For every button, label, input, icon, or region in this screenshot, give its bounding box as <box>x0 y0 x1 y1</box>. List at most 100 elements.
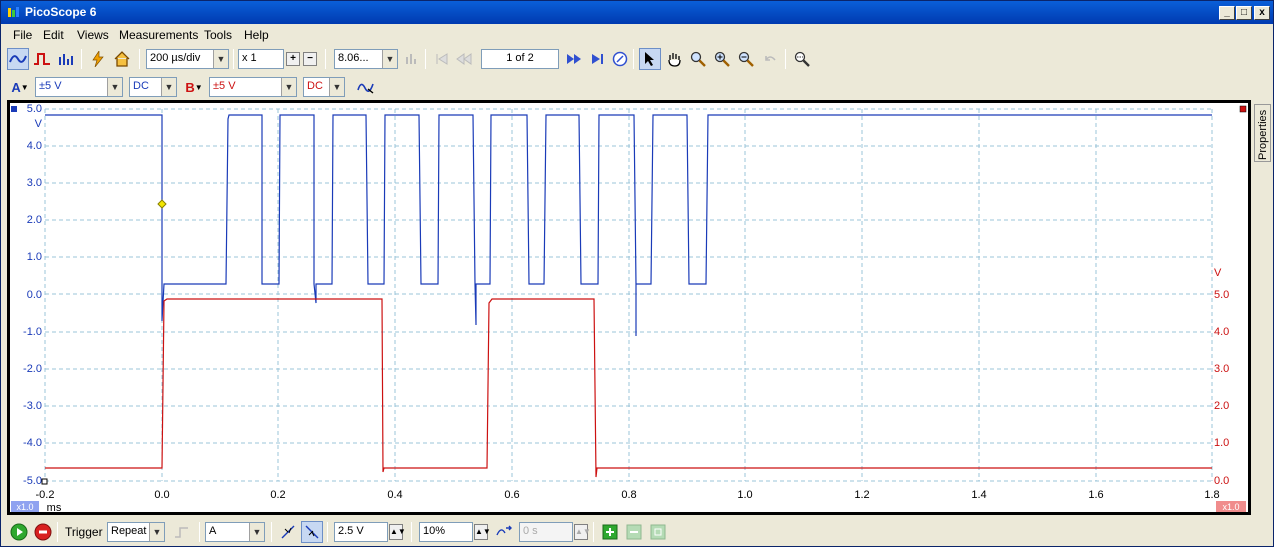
trigger-delay: 0 s <box>523 525 538 537</box>
trigger-label: Trigger <box>65 525 103 539</box>
menu-file[interactable]: File <box>13 28 32 42</box>
next-buffer-icon[interactable] <box>563 48 585 70</box>
close-button[interactable]: x <box>1254 6 1270 20</box>
spectrum-mode-icon[interactable] <box>55 48 77 70</box>
chevron-down-icon: ▼ <box>329 78 344 96</box>
zoom-factor-field[interactable]: x 1 <box>238 49 284 69</box>
last-buffer-icon[interactable] <box>586 48 608 70</box>
zoom-out-icon[interactable] <box>735 48 757 70</box>
falling-edge-icon[interactable] <box>301 521 323 543</box>
buffer-navigator[interactable]: 1 of 2 <box>481 49 559 69</box>
advanced-trigger-icon[interactable] <box>171 521 193 543</box>
menu-edit[interactable]: Edit <box>43 28 64 42</box>
buffer-overview-icon[interactable] <box>609 48 631 70</box>
zoom-factor-value: x 1 <box>242 52 257 64</box>
pretrigger-field[interactable]: 10% <box>419 522 473 542</box>
delay-spinner[interactable]: ▲▼ <box>574 524 591 540</box>
channel-b-coupling-select[interactable]: DC ▼ <box>303 77 345 97</box>
channel-a-coupling: DC <box>133 80 149 92</box>
left-tick-label: 4.0 <box>27 140 42 152</box>
pretrigger-value: 10% <box>423 525 446 537</box>
rising-edge-icon[interactable] <box>277 521 299 543</box>
previous-buffer-icon[interactable] <box>453 48 475 70</box>
start-capture-button[interactable] <box>8 521 30 543</box>
trigger-source-select[interactable]: A ▼ <box>205 522 265 542</box>
home-icon[interactable] <box>111 48 133 70</box>
trigger-threshold-field[interactable]: 2.5 V <box>334 522 388 542</box>
left-tick-label: 5.0 <box>27 103 42 115</box>
left-tick-label: -3.0 <box>23 400 42 412</box>
pretrigger-spinner[interactable]: ▲▼ <box>474 524 491 540</box>
zoom-overview-icon[interactable] <box>791 48 813 70</box>
title-bar: PicoScope 6 _ □ x <box>1 1 1273 24</box>
zoom-decrease-button[interactable]: − <box>303 52 317 66</box>
x-axis-unit: ms <box>47 502 62 512</box>
menu-bar: File Edit Views Measurements Tools Help <box>1 25 1273 45</box>
undo-zoom-icon[interactable] <box>759 48 781 70</box>
channel-b-options-button[interactable]: B ▼ <box>183 76 205 98</box>
stop-capture-button[interactable] <box>32 521 54 543</box>
trigger-marker-icon[interactable] <box>157 199 167 209</box>
math-channel-icon[interactable] <box>355 76 377 98</box>
edit-measurement-icon[interactable] <box>647 521 669 543</box>
trigger-mode-select[interactable]: Repeat ▼ <box>107 522 165 542</box>
left-tick-label: 3.0 <box>27 177 42 189</box>
maximize-button[interactable]: □ <box>1236 6 1252 20</box>
channel-a-range-select[interactable]: ±5 V ▼ <box>35 77 123 97</box>
menu-views[interactable]: Views <box>77 28 109 42</box>
samples-field[interactable]: 8.06... ▼ <box>334 49 398 69</box>
trigger-delay-field[interactable]: 0 s <box>519 522 573 542</box>
lightning-icon[interactable] <box>87 48 109 70</box>
timebase-select[interactable]: 200 µs/div ▼ <box>146 49 229 69</box>
x-tick-label: 0.8 <box>621 489 636 501</box>
scope-mode-icon[interactable] <box>7 48 29 70</box>
left-tick-label: 1.0 <box>27 251 42 263</box>
chevron-down-icon: ▼ <box>161 78 176 96</box>
channel-a-options-button[interactable]: A ▼ <box>9 76 31 98</box>
left-tick-label: -4.0 <box>23 437 42 449</box>
channel-b-scale: x1.0 <box>1222 502 1239 512</box>
channel-a-coupling-select[interactable]: DC ▼ <box>129 77 177 97</box>
zoom-tool-icon[interactable] <box>687 48 709 70</box>
x-tick-label: 1.8 <box>1204 489 1219 501</box>
channel-b-range-select[interactable]: ±5 V ▼ <box>209 77 297 97</box>
right-tick-label: 1.0 <box>1214 437 1229 449</box>
add-measurement-icon[interactable] <box>599 521 621 543</box>
first-buffer-icon[interactable] <box>431 48 453 70</box>
post-trigger-delay-icon[interactable] <box>493 521 515 543</box>
chevron-down-icon: ▼ <box>249 523 264 541</box>
threshold-spinner[interactable]: ▲▼ <box>389 524 406 540</box>
right-tick-label: 5.0 <box>1214 289 1229 301</box>
trigger-mode: Repeat <box>111 525 147 537</box>
plot-area[interactable]: 5.0 4.0 3.0 2.0 1.0 0.0 -1.0 -2.0 -3.0 -… <box>10 103 1248 514</box>
resolution-icon[interactable] <box>401 48 423 70</box>
menu-tools[interactable]: Tools <box>204 28 232 42</box>
right-tick-label: 2.0 <box>1214 400 1229 412</box>
zoom-increase-button[interactable]: + <box>286 52 300 66</box>
ruler-handle[interactable] <box>41 478 48 485</box>
channel-b-coupling: DC <box>307 80 323 92</box>
minimize-button[interactable]: _ <box>1219 6 1235 20</box>
hand-pan-icon[interactable] <box>663 48 685 70</box>
right-axis-unit: V <box>1214 267 1222 279</box>
trigger-toolbar: Trigger Repeat ▼ A ▼ 2.5 V ▲▼ 10% ▲▼ 0 s ▲… <box>1 518 1273 546</box>
x-tick-label: 0.2 <box>270 489 285 501</box>
buffer-index: 1 of 2 <box>506 52 534 64</box>
x-tick-label: 1.0 <box>737 489 752 501</box>
select-pointer-icon[interactable] <box>639 48 661 70</box>
channel-a-marker[interactable] <box>11 106 17 112</box>
menu-measurements[interactable]: Measurements <box>119 28 198 42</box>
x-tick-label: 1.6 <box>1088 489 1103 501</box>
chevron-down-icon: ▼ <box>149 523 164 541</box>
x-tick-label: 0.6 <box>504 489 519 501</box>
chevron-down-icon: ▼ <box>382 50 397 68</box>
menu-help[interactable]: Help <box>244 28 269 42</box>
zoom-in-icon[interactable] <box>711 48 733 70</box>
channel-a-label: A <box>11 79 21 95</box>
persistence-mode-icon[interactable] <box>31 48 53 70</box>
channel-b-marker[interactable] <box>1239 105 1247 113</box>
properties-tab[interactable]: Properties <box>1254 104 1271 162</box>
delete-measurement-icon[interactable] <box>623 521 645 543</box>
right-tick-label: 3.0 <box>1214 363 1229 375</box>
grid <box>44 108 1213 482</box>
